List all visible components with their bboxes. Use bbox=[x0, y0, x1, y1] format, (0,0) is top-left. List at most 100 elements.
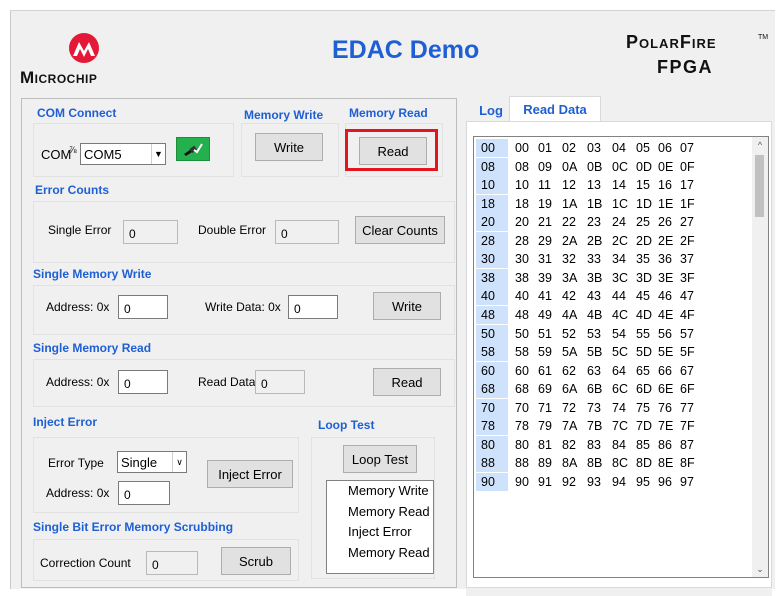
data-cell[interactable]: 7A bbox=[562, 417, 577, 435]
data-cell[interactable]: 62 bbox=[562, 362, 576, 380]
loop-test-button[interactable]: Loop Test bbox=[343, 445, 417, 473]
data-cell[interactable]: 32 bbox=[562, 250, 576, 268]
scrub-button[interactable]: Scrub bbox=[221, 547, 291, 575]
data-cell[interactable]: 65 bbox=[636, 362, 650, 380]
data-cell[interactable]: 05 bbox=[636, 139, 650, 157]
scroll-down-icon[interactable]: ⌄ bbox=[752, 561, 768, 577]
data-cell[interactable]: 23 bbox=[587, 213, 601, 231]
data-cell[interactable]: 5B bbox=[587, 343, 602, 361]
data-cell[interactable]: 29 bbox=[538, 232, 552, 250]
write-data-input[interactable] bbox=[288, 295, 338, 319]
data-cell[interactable]: 3F bbox=[680, 269, 695, 287]
data-cell[interactable]: 1E bbox=[658, 195, 673, 213]
error-type-select[interactable]: Single ∨ bbox=[117, 451, 187, 473]
data-cell[interactable]: 89 bbox=[538, 454, 552, 472]
data-cell[interactable]: 6F bbox=[680, 380, 695, 398]
data-cell[interactable]: 78 bbox=[515, 417, 529, 435]
data-cell[interactable]: 6E bbox=[658, 380, 673, 398]
data-cell[interactable]: 63 bbox=[587, 362, 601, 380]
data-row[interactable]: 58 58 59 5A 5B 5C 5D 5E 5F bbox=[474, 343, 768, 362]
row-address-cell[interactable]: 90 bbox=[476, 472, 508, 491]
data-cell[interactable]: 4B bbox=[587, 306, 602, 324]
data-row[interactable]: 90 90 91 92 93 94 95 96 97 bbox=[474, 472, 768, 492]
data-cell[interactable]: 35 bbox=[636, 250, 650, 268]
data-cell[interactable]: 53 bbox=[587, 325, 601, 343]
data-row[interactable]: 60 60 61 62 63 64 65 66 67 bbox=[474, 361, 768, 381]
data-cell[interactable]: 85 bbox=[636, 436, 650, 454]
data-cell[interactable]: 95 bbox=[636, 473, 650, 491]
data-cell[interactable]: 91 bbox=[538, 473, 552, 491]
data-cell[interactable]: 15 bbox=[636, 176, 650, 194]
data-row[interactable]: 80 80 81 82 83 84 85 86 87 bbox=[474, 435, 768, 455]
data-cell[interactable]: 2D bbox=[636, 232, 652, 250]
data-cell[interactable]: 1D bbox=[636, 195, 652, 213]
data-cell[interactable]: 12 bbox=[562, 176, 576, 194]
data-cell[interactable]: 2E bbox=[658, 232, 673, 250]
data-cell[interactable]: 8A bbox=[562, 454, 577, 472]
data-cell[interactable]: 6D bbox=[636, 380, 652, 398]
data-cell[interactable]: 8E bbox=[658, 454, 673, 472]
data-cell[interactable]: 61 bbox=[538, 362, 552, 380]
data-cell[interactable]: 93 bbox=[587, 473, 601, 491]
data-cell[interactable]: 70 bbox=[515, 399, 529, 417]
data-cell[interactable]: 2F bbox=[680, 232, 695, 250]
data-cell[interactable]: 30 bbox=[515, 250, 529, 268]
row-address-cell[interactable]: 60 bbox=[476, 361, 508, 380]
data-cell[interactable]: 57 bbox=[680, 325, 694, 343]
data-cell[interactable]: 92 bbox=[562, 473, 576, 491]
scrollbar-thumb[interactable] bbox=[755, 155, 764, 217]
data-cell[interactable]: 4E bbox=[658, 306, 673, 324]
data-cell[interactable]: 42 bbox=[562, 287, 576, 305]
data-cell[interactable]: 3D bbox=[636, 269, 652, 287]
data-cell[interactable]: 97 bbox=[680, 473, 694, 491]
data-cell[interactable]: 25 bbox=[636, 213, 650, 231]
data-cell[interactable]: 83 bbox=[587, 436, 601, 454]
data-cell[interactable]: 0B bbox=[587, 158, 602, 176]
data-cell[interactable]: 37 bbox=[680, 250, 694, 268]
row-address-cell[interactable]: 00 bbox=[476, 139, 508, 157]
row-address-cell[interactable]: 68 bbox=[476, 380, 508, 399]
data-cell[interactable]: 64 bbox=[612, 362, 626, 380]
data-row[interactable]: 48 48 49 4A 4B 4C 4D 4E 4F bbox=[474, 305, 768, 325]
data-cell[interactable]: 08 bbox=[515, 158, 529, 176]
data-cell[interactable]: 34 bbox=[612, 250, 626, 268]
data-cell[interactable]: 80 bbox=[515, 436, 529, 454]
loop-test-item[interactable]: Inject Error bbox=[327, 522, 433, 543]
data-cell[interactable]: 06 bbox=[658, 139, 672, 157]
data-cell[interactable]: 3C bbox=[612, 269, 628, 287]
data-cell[interactable]: 48 bbox=[515, 306, 529, 324]
row-address-cell[interactable]: 58 bbox=[476, 343, 508, 362]
data-cell[interactable]: 52 bbox=[562, 325, 576, 343]
data-cell[interactable]: 0D bbox=[636, 158, 652, 176]
data-cell[interactable]: 7E bbox=[658, 417, 673, 435]
data-cell[interactable]: 28 bbox=[515, 232, 529, 250]
data-cell[interactable]: 54 bbox=[612, 325, 626, 343]
row-address-cell[interactable]: 28 bbox=[476, 231, 508, 250]
data-cell[interactable]: 45 bbox=[636, 287, 650, 305]
data-cell[interactable]: 69 bbox=[538, 380, 552, 398]
row-address-cell[interactable]: 20 bbox=[476, 213, 508, 232]
data-row[interactable]: 00 00 01 02 03 04 05 06 07 bbox=[474, 139, 768, 158]
data-cell[interactable]: 01 bbox=[538, 139, 552, 157]
data-cell[interactable]: 68 bbox=[515, 380, 529, 398]
data-cell[interactable]: 14 bbox=[612, 176, 626, 194]
data-cell[interactable]: 86 bbox=[658, 436, 672, 454]
data-row[interactable]: 10 10 11 12 13 14 15 16 17 bbox=[474, 176, 768, 195]
data-cell[interactable]: 40 bbox=[515, 287, 529, 305]
data-cell[interactable]: 22 bbox=[562, 213, 576, 231]
data-cell[interactable]: 51 bbox=[538, 325, 552, 343]
row-address-cell[interactable]: 88 bbox=[476, 454, 508, 473]
data-cell[interactable]: 6A bbox=[562, 380, 577, 398]
read-address-input[interactable] bbox=[118, 370, 168, 394]
data-cell[interactable]: 43 bbox=[587, 287, 601, 305]
data-cell[interactable]: 04 bbox=[612, 139, 626, 157]
data-cell[interactable]: 74 bbox=[612, 399, 626, 417]
scroll-up-icon[interactable]: ^ bbox=[752, 137, 768, 153]
data-row[interactable]: 20 20 21 22 23 24 25 26 27 bbox=[474, 213, 768, 232]
data-cell[interactable]: 11 bbox=[538, 176, 551, 194]
data-cell[interactable]: 7B bbox=[587, 417, 602, 435]
data-row[interactable]: 70 70 71 72 73 74 75 76 77 bbox=[474, 398, 768, 418]
data-cell[interactable]: 71 bbox=[538, 399, 552, 417]
data-cell[interactable]: 3E bbox=[658, 269, 673, 287]
data-cell[interactable]: 41 bbox=[538, 287, 552, 305]
